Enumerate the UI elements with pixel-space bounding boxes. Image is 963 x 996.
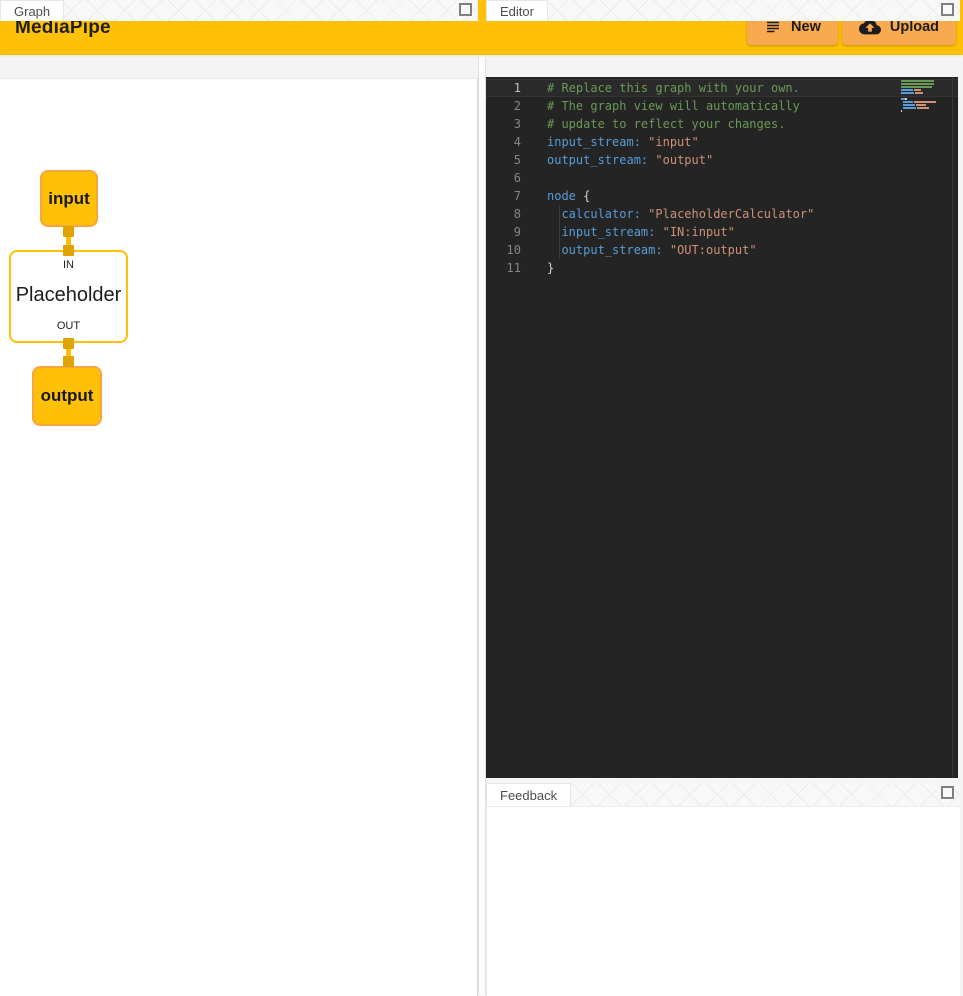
output-port-dot [63,338,74,349]
code-line[interactable]: 5 output_stream: "output" [486,151,958,169]
tab-graph[interactable]: Graph [0,0,64,21]
graph-tabstrip: Graph [0,0,478,21]
tab-feedback-label: Feedback [500,788,557,803]
graph-node-input[interactable]: input [40,170,98,227]
feedback-tabstrip: Feedback [486,783,960,806]
new-button-label: New [791,19,821,35]
code-text: # The graph view will automatically [547,97,800,115]
line-number: 10 [486,241,521,259]
code-line[interactable]: 4 input_stream: "input" [486,133,958,151]
editor-tabstrip: Editor [486,0,960,21]
tab-feedback[interactable]: Feedback [486,783,571,806]
minimap-line [901,92,941,94]
code-line[interactable]: 3 # update to reflect your changes. [486,115,958,133]
overview-ruler [952,77,953,778]
code-text: node { [547,187,590,205]
minimap-line [901,80,941,82]
minimap-line [901,101,941,103]
graph-canvas[interactable]: input IN Placeholder OUT output [0,78,478,996]
code-line[interactable]: 7 node { [486,187,958,205]
code-text: # Replace this graph with your own. [547,79,800,97]
code-text: } [547,259,554,277]
upload-button-label: Upload [890,19,939,35]
graph-node-output[interactable]: output [32,366,102,426]
input-port-dot [63,245,74,256]
minimap-line [901,107,941,109]
code-line[interactable]: 6 [486,169,958,187]
code-line[interactable]: 10 output_stream: "OUT:output" [486,241,958,259]
maximize-icon[interactable] [459,3,472,16]
line-number: 11 [486,259,521,277]
editor-minimap[interactable] [901,80,941,113]
code-text: input_stream: "input" [547,133,699,151]
code-line[interactable]: 11} [486,259,958,277]
minimap-line [901,89,941,91]
vertical-splitter[interactable] [478,57,486,995]
tab-graph-label: Graph [14,4,50,19]
code-editor[interactable]: 1 # Replace this graph with your own. 2 # T… [486,77,958,778]
node-input-label: input [48,189,90,209]
code-text: output_stream: "OUT:output" [547,241,757,259]
tab-editor-label: Editor [500,4,534,19]
node-placeholder-label: Placeholder [16,284,122,307]
code-line[interactable]: 9 input_stream: "IN:input" [486,223,958,241]
code-line[interactable]: 2 # The graph view will automatically [486,97,958,115]
line-number: 2 [486,97,521,115]
code-line[interactable]: 1 # Replace this graph with your own. [486,79,958,97]
node-output-label: output [41,386,94,406]
minimap-line [901,104,941,106]
line-number: 8 [486,205,521,223]
graph-node-placeholder[interactable]: IN Placeholder OUT [9,250,128,343]
maximize-icon[interactable] [941,786,954,799]
line-number: 1 [486,79,521,97]
maximize-icon[interactable] [941,3,954,16]
minimap-line [901,83,941,85]
code-text: input_stream: "IN:input" [547,223,735,241]
code-text: calculator: "PlaceholderCalculator" [547,205,814,223]
line-number: 7 [486,187,521,205]
node-in-port-label: IN [63,259,74,271]
line-number: 4 [486,133,521,151]
node-out-port-label: OUT [57,320,80,332]
feedback-content [486,806,960,996]
editor-lines[interactable]: 1 # Replace this graph with your own. 2 # T… [486,77,958,778]
output-port-dot [63,226,74,237]
tab-editor[interactable]: Editor [486,0,548,21]
line-number: 6 [486,169,521,187]
code-text: output_stream: "output" [547,151,713,169]
code-line[interactable]: 8 calculator: "PlaceholderCalculator" [486,205,958,223]
minimap-line [901,86,941,88]
minimap-line [901,98,941,100]
minimap-line [901,95,941,97]
input-port-dot [63,356,74,367]
minimap-line [901,110,941,112]
line-number: 3 [486,115,521,133]
line-number: 5 [486,151,521,169]
code-text: # update to reflect your changes. [547,115,785,133]
line-number: 9 [486,223,521,241]
